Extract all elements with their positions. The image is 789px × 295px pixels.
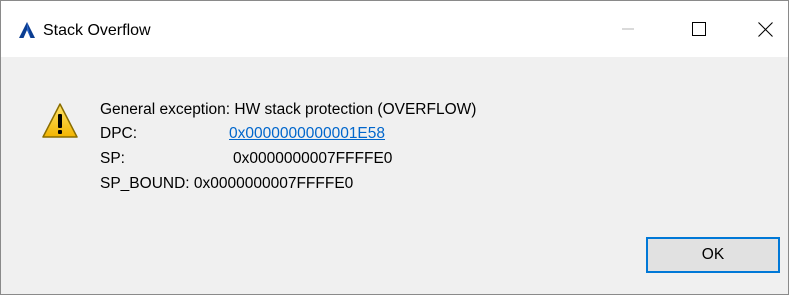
sp-value: 0x0000000007FFFFE0 [233, 150, 393, 167]
close-button[interactable] [742, 1, 788, 57]
maximize-button[interactable] [676, 1, 722, 57]
error-message: General exception: HW stack protection (… [100, 101, 477, 118]
title-bar[interactable]: Stack Overflow [1, 1, 788, 57]
sp-bound-line: SP_BOUND: 0x0000000007FFFFE0 [100, 175, 354, 192]
ok-button[interactable]: OK [646, 237, 780, 273]
warning-icon [42, 103, 78, 138]
dpc-address-link[interactable]: 0x0000000000001E58 [229, 123, 385, 145]
window-title: Stack Overflow [43, 22, 151, 39]
maximize-icon [692, 22, 706, 36]
minimize-icon [622, 28, 634, 30]
sp-label: SP: [100, 150, 125, 167]
dialog-window: Stack Overflow General exception: HW sta… [0, 0, 789, 295]
close-icon [757, 21, 773, 37]
minimize-button[interactable] [605, 1, 651, 57]
dpc-label: DPC: [100, 125, 138, 142]
autodesk-a-icon [19, 22, 35, 38]
